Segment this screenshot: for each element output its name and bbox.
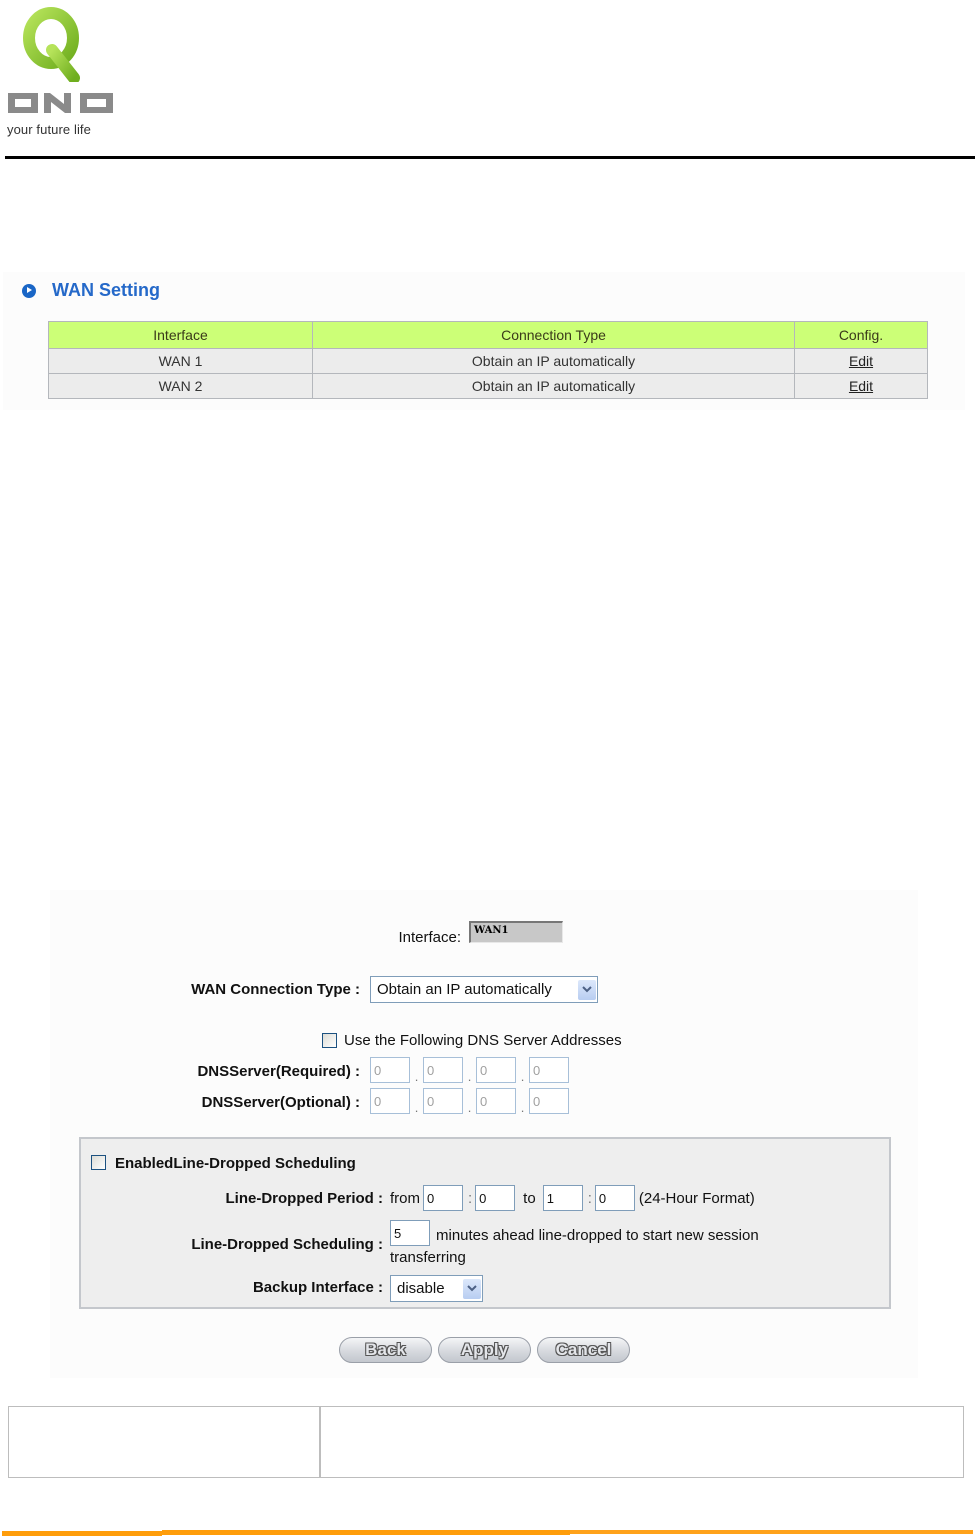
column-header-config: Config. — [794, 321, 928, 349]
chevron-down-icon[interactable] — [463, 1278, 481, 1299]
from-minute-input[interactable] — [475, 1185, 516, 1211]
play-bullet-icon — [22, 283, 36, 298]
ip-dot-separator: . — [520, 1069, 525, 1084]
dns-required-octet-3[interactable] — [476, 1057, 516, 1083]
enable-scheduling-label: EnabledLine-Dropped Scheduling — [115, 1155, 356, 1172]
ip-dot-separator: . — [467, 1069, 472, 1084]
from-label: from — [390, 1189, 420, 1207]
description-table — [8, 1406, 964, 1478]
section-title-text: WAN Setting — [52, 280, 160, 300]
enable-scheduling-checkbox[interactable] — [91, 1155, 106, 1170]
dns-optional-octet-4[interactable] — [529, 1088, 569, 1114]
dns-optional-ip-group: . . . — [370, 1088, 569, 1114]
use-dns-checkbox[interactable] — [322, 1033, 337, 1048]
dns-optional-octet-2[interactable] — [423, 1088, 463, 1114]
use-dns-checkbox-label: Use the Following DNS Server Addresses — [344, 1032, 622, 1049]
form-actions: Back Apply Cancel — [339, 1337, 630, 1363]
interface-field: WAN1 — [469, 921, 563, 943]
qno-wordmark-icon — [8, 93, 113, 113]
dns-required-octet-1[interactable] — [370, 1057, 410, 1083]
footer-accent-bar — [570, 1530, 973, 1534]
cell-config: Edit — [794, 348, 928, 374]
ip-dot-separator: . — [520, 1100, 525, 1115]
column-header-interface: Interface — [48, 321, 313, 349]
footer-accent-bar — [2, 1531, 162, 1536]
colon-separator: : — [468, 1189, 473, 1207]
back-button[interactable]: Back — [339, 1337, 432, 1363]
dns-required-octet-4[interactable] — [529, 1057, 569, 1083]
interface-label: Interface: — [398, 929, 461, 946]
to-hour-input[interactable] — [542, 1185, 583, 1211]
minutes-ahead-text: minutes ahead line-dropped to start new … — [436, 1227, 759, 1244]
to-minute-input[interactable] — [594, 1185, 635, 1211]
edit-wan2-link[interactable]: Edit — [849, 378, 873, 394]
wan-interface-table: Interface Connection Type Config. WAN 1 … — [48, 321, 928, 399]
ip-dot-separator: . — [414, 1069, 419, 1084]
cell-connection-type: Obtain an IP automatically — [312, 348, 795, 374]
apply-button[interactable]: Apply — [438, 1337, 531, 1363]
cell-config: Edit — [794, 373, 928, 399]
dns-required-label: DNSServer(Required) : — [197, 1063, 360, 1080]
connection-type-value: Obtain an IP automatically — [377, 981, 552, 998]
header-divider — [5, 156, 975, 159]
connection-type-select[interactable]: Obtain an IP automatically — [370, 976, 598, 1003]
dns-optional-octet-3[interactable] — [476, 1088, 516, 1114]
qno-logo: your future life — [6, 6, 118, 140]
edit-wan1-link[interactable]: Edit — [849, 353, 873, 369]
column-header-connection-type: Connection Type — [312, 321, 795, 349]
minutes-ahead-text-cont: transferring — [390, 1249, 466, 1266]
dns-optional-label: DNSServer(Optional) : — [201, 1094, 360, 1111]
dns-required-octet-2[interactable] — [423, 1057, 463, 1083]
backup-interface-label: Backup Interface : — [252, 1279, 383, 1296]
cell-interface: WAN 1 — [48, 348, 313, 374]
table-row: WAN 1 Obtain an IP automatically Edit — [48, 348, 928, 374]
description-term-cell — [9, 1407, 321, 1477]
backup-interface-select[interactable]: disable — [390, 1275, 483, 1302]
footer-accent-bar — [162, 1530, 570, 1535]
line-dropped-period-row: from : to : (24-Hour Format) — [390, 1185, 755, 1211]
ip-dot-separator: . — [467, 1100, 472, 1115]
colon-separator: : — [587, 1189, 592, 1207]
q-logo-icon — [23, 7, 80, 82]
connection-type-label: WAN Connection Type : — [191, 981, 360, 998]
description-detail-cell — [321, 1407, 963, 1477]
chevron-down-icon[interactable] — [578, 979, 596, 1000]
backup-interface-value: disable — [397, 1280, 445, 1297]
line-dropped-period-label: Line-Dropped Period : — [225, 1190, 384, 1207]
ip-dot-separator: . — [414, 1100, 419, 1115]
dns-required-ip-group: . . . — [370, 1057, 569, 1083]
time-format-note: (24-Hour Format) — [638, 1189, 755, 1207]
table-row: WAN 2 Obtain an IP automatically Edit — [48, 373, 928, 399]
minutes-ahead-input[interactable] — [390, 1220, 430, 1246]
cell-interface: WAN 2 — [48, 373, 313, 399]
line-dropped-scheduling-label: Line-Dropped Scheduling : — [191, 1236, 383, 1253]
dns-optional-octet-1[interactable] — [370, 1088, 410, 1114]
table-header-row: Interface Connection Type Config. — [48, 321, 928, 349]
brand-tagline: your future life — [7, 122, 91, 137]
section-title: WAN Setting — [22, 280, 160, 301]
to-label: to — [523, 1189, 536, 1207]
cell-connection-type: Obtain an IP automatically — [312, 373, 795, 399]
cancel-button[interactable]: Cancel — [537, 1337, 630, 1363]
from-hour-input[interactable] — [423, 1185, 463, 1211]
